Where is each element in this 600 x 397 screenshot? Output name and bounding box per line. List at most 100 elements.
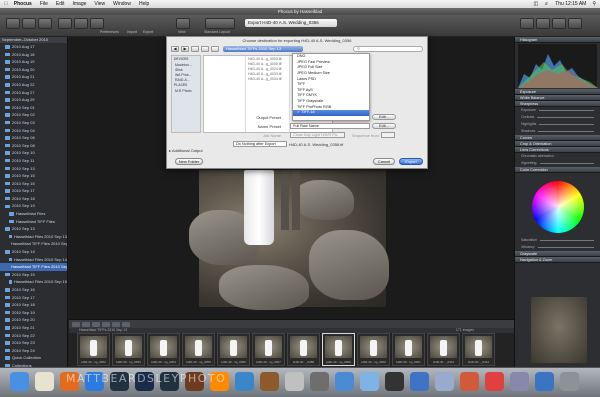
preferences-button[interactable] (58, 18, 72, 29)
preview-icon[interactable] (235, 372, 254, 391)
name-preset-select[interactable]: Full Raw Name (290, 123, 370, 129)
folder-item[interactable]: 2010 Sep 08 (0, 142, 67, 150)
wifi-icon[interactable]: ◫ (533, 1, 538, 7)
music-icon[interactable] (335, 372, 354, 391)
guitar-icon[interactable] (260, 372, 279, 391)
app-icon[interactable] (510, 372, 529, 391)
menu-phocus[interactable]: Phocus (14, 1, 32, 7)
app-icon[interactable] (310, 372, 329, 391)
folder-item[interactable]: 2010 Sep 02 (0, 111, 67, 119)
folder-item[interactable]: 2010 Sep 03 (0, 119, 67, 127)
downloads-icon[interactable] (535, 372, 554, 391)
filmstrip-tool-button[interactable] (102, 321, 110, 327)
folder-item[interactable]: 2010 Sep 24 (0, 347, 67, 355)
import-button[interactable] (74, 18, 88, 29)
menu-help[interactable]: Help (139, 1, 149, 7)
folder-item[interactable]: 2010 Sep 22 (0, 332, 67, 340)
folder-item[interactable]: 2010 Aug 18 (0, 51, 67, 59)
menu-file[interactable]: File (40, 1, 48, 7)
back-button[interactable]: ◀ (171, 46, 179, 52)
mail-icon[interactable] (410, 372, 429, 391)
folder-item[interactable]: 2010 Sep 21 (0, 324, 67, 332)
folder-item[interactable]: 2010 Aug 19 (0, 58, 67, 66)
finder-icon[interactable] (10, 372, 29, 391)
viewer-button[interactable] (38, 18, 52, 29)
calendar-icon[interactable] (485, 372, 504, 391)
folder-item[interactable]: 2010 Sep 14 (0, 248, 67, 256)
trash-icon[interactable] (560, 372, 579, 391)
param-slider[interactable] (538, 130, 594, 133)
cancel-button[interactable]: Cancel (373, 158, 395, 165)
sidebar-item-place[interactable]: M.R Photo (172, 88, 200, 93)
format-option-selected[interactable]: ✓ TIFF-16 (293, 110, 369, 117)
icon-view-button[interactable] (191, 46, 199, 52)
param-slider[interactable] (539, 123, 594, 126)
sequence-field[interactable] (381, 132, 395, 138)
menu-window[interactable]: Window (113, 1, 131, 7)
folder-item[interactable]: 2010 Sep 04 (0, 127, 67, 135)
folder-item[interactable]: 2010 Sep 18 (0, 301, 67, 309)
folder-item[interactable]: 2010 Sep 18 (0, 195, 67, 203)
folder-item[interactable]: 2010 Sep 10 (0, 149, 67, 157)
search-field[interactable]: ⚲ (353, 46, 423, 52)
filmstrip-thumbnail[interactable]: H4D-40...ng_0355 (182, 333, 215, 366)
section-navigation[interactable]: Navigation & Zoom (515, 257, 600, 263)
filmstrip-thumbnail[interactable]: H4D-40..._0311 (427, 333, 460, 366)
main-photo[interactable] (189, 170, 389, 310)
volume-icon[interactable]: ♬ (544, 1, 549, 7)
app-icon[interactable] (435, 372, 454, 391)
job-name-field[interactable]: Close Day Light H/D/R Pic (290, 132, 345, 138)
folder-item[interactable]: Hasselblad TIFF Files 2010 Sep 14 (0, 263, 67, 271)
spotlight-icon[interactable]: ⚲ (592, 1, 596, 7)
browser-toggle-button[interactable] (6, 18, 20, 29)
folder-item[interactable]: 2010 Aug 21 (0, 73, 67, 81)
filmstrip-thumbnail[interactable]: H4D-40...ng_0356 (217, 333, 250, 366)
navigation-thumbnail[interactable] (531, 297, 587, 363)
folder-item[interactable]: 2010 Sep 17 (0, 187, 67, 195)
menubar-clock[interactable]: Thu 12:15 AM (555, 1, 586, 7)
folder-item[interactable]: 2010 Sep 17 (0, 294, 67, 302)
folder-item[interactable]: 2010 Sep 19 (0, 202, 67, 210)
param-slider[interactable] (537, 116, 594, 119)
filmstrip-thumbnail[interactable]: H4D-40...ng_0352 (77, 333, 110, 366)
folder-item[interactable]: 2010 Aug 17 (0, 43, 67, 51)
filmstrip-thumbnail[interactable]: H4D-40...ng_0361 (392, 333, 425, 366)
filmstrip-thumbnail[interactable]: H4D-40..._0312 (462, 333, 495, 366)
apple-menu-icon[interactable]:  (4, 1, 8, 7)
folder-item[interactable]: Hasselblad Files (0, 210, 67, 218)
toolbar-tool-1[interactable] (520, 18, 534, 29)
param-slider[interactable] (539, 239, 594, 242)
folder-item[interactable]: 2010 Sep 01 (0, 104, 67, 112)
folder-item[interactable]: 2010 Sep 15 (0, 172, 67, 180)
filmstrip-thumbnail[interactable]: H4D-40..._0358 (287, 333, 320, 366)
filmstrip-thumbnail[interactable]: H4D-40...ng_0353 (112, 333, 145, 366)
list-view-button[interactable] (201, 46, 209, 52)
folder-item[interactable]: 2010 Aug 27 (0, 89, 67, 97)
filmstrip-thumbnail[interactable]: H4D-40...ng_0354 (147, 333, 180, 366)
param-slider[interactable] (538, 109, 594, 112)
name-preset-edit-button[interactable]: Edit... (372, 123, 396, 129)
folder-item[interactable]: 2010 Sep 13 (0, 225, 67, 233)
forward-button[interactable]: ▶ (181, 46, 189, 52)
toolbar-tool-2[interactable] (536, 18, 550, 29)
toolbar-tool-3[interactable] (552, 18, 566, 29)
app-icon[interactable] (460, 372, 479, 391)
folder-item[interactable]: 2010 Sep 06 (0, 134, 67, 142)
folder-item[interactable]: 2010 Sep 16 (0, 180, 67, 188)
app-icon[interactable] (285, 372, 304, 391)
app-icon[interactable] (360, 372, 379, 391)
after-export-select[interactable]: Do Nothing after Export (233, 141, 287, 147)
grid-view-button[interactable] (22, 18, 36, 29)
new-folder-button[interactable]: New Folder (175, 158, 203, 165)
file-item[interactable]: H4D-40 A...g_0034.tif (246, 76, 289, 81)
column-view-button[interactable] (211, 46, 219, 52)
menu-image[interactable]: Image (73, 1, 87, 7)
export-confirm-button[interactable]: Export (399, 158, 423, 165)
additional-output-toggle[interactable]: ▸ Additional Output (169, 148, 229, 153)
folder-item[interactable]: 2010 Sep 19 (0, 309, 67, 317)
section-histogram[interactable]: Histogram (515, 37, 600, 43)
folder-item[interactable]: 2010 Aug 22 (0, 81, 67, 89)
format-dropdown-list[interactable]: DNG JPEG Fast Preview JPEG Full Size JPE… (292, 53, 370, 121)
camera-icon[interactable] (385, 372, 404, 391)
color-wheel[interactable] (531, 181, 584, 233)
